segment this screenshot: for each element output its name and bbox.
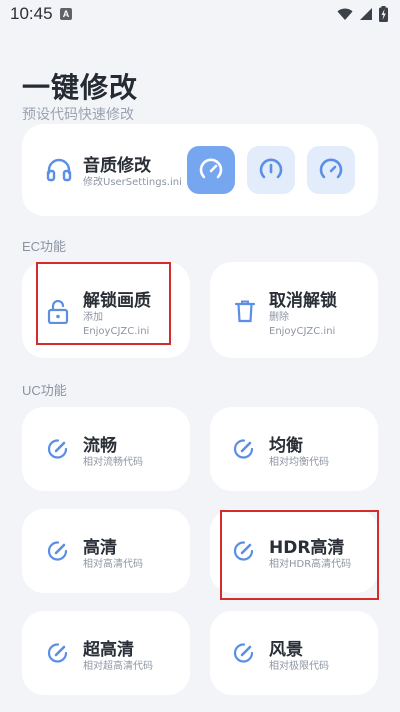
ec-section-label: EC功能 <box>22 239 67 254</box>
uc-section-label: UC功能 <box>22 383 67 398</box>
gauge-mid-icon <box>259 158 283 179</box>
sound-option-mid-button[interactable] <box>247 146 295 194</box>
uc-card-balanced[interactable]: 均衡 相对均衡代码 <box>210 407 378 491</box>
uc-card-hd[interactable]: 高清 相对高清代码 <box>22 509 190 593</box>
cancel-unlock-desc-line2: EnjoyCJZC.ini <box>269 326 336 337</box>
notification-badge: A <box>60 8 72 20</box>
edit-icon <box>47 439 68 459</box>
sound-option-high-button[interactable] <box>187 146 235 194</box>
uc-scenery-desc: 相对极限代码 <box>269 661 329 672</box>
signal-icon <box>360 8 372 20</box>
status-bar: 10:45 A <box>0 0 400 30</box>
status-icons <box>337 6 388 22</box>
sound-quality-title: 音质修改 <box>83 156 151 176</box>
uc-ultra-hd-title: 超高清 <box>83 640 134 660</box>
uc-card-ultra-hd[interactable]: 超高清 相对超高清代码 <box>22 611 190 695</box>
uc-card-smooth[interactable]: 流畅 相对流畅代码 <box>22 407 190 491</box>
edit-icon <box>47 541 68 561</box>
sound-option-low-button[interactable] <box>307 146 355 194</box>
gauge-high-icon <box>199 158 223 179</box>
uc-ultra-hd-desc: 相对超高清代码 <box>83 661 153 672</box>
edit-icon <box>47 643 68 663</box>
wifi-icon <box>337 8 353 20</box>
cancel-unlock-desc-line1: 删除 <box>269 312 289 323</box>
edit-icon <box>233 643 254 663</box>
uc-hd-desc: 相对高清代码 <box>83 559 143 570</box>
gauge-low-icon <box>319 158 343 179</box>
uc-balanced-title: 均衡 <box>269 436 303 456</box>
uc-smooth-desc: 相对流畅代码 <box>83 457 143 468</box>
uc-hd-title: 高清 <box>83 538 117 558</box>
cancel-unlock-title: 取消解锁 <box>269 291 337 311</box>
page-subtitle: 预设代码快速修改 <box>22 107 134 123</box>
uc-balanced-desc: 相对均衡代码 <box>269 457 329 468</box>
highlight-box-hdr <box>220 510 379 600</box>
highlight-box-unlock <box>36 262 171 345</box>
uc-smooth-title: 流畅 <box>83 436 117 456</box>
battery-charging-icon <box>379 6 388 22</box>
uc-scenery-title: 风景 <box>269 640 303 660</box>
sound-quality-desc: 修改UserSettings.ini <box>83 177 182 188</box>
edit-icon <box>233 439 254 459</box>
uc-card-scenery[interactable]: 风景 相对极限代码 <box>210 611 378 695</box>
page-title: 一键修改 <box>22 71 139 104</box>
cancel-unlock-card[interactable]: 取消解锁 删除 EnjoyCJZC.ini <box>210 262 378 358</box>
trash-icon <box>234 300 256 323</box>
status-time: 10:45 <box>10 4 53 23</box>
headphones-icon <box>46 158 72 182</box>
